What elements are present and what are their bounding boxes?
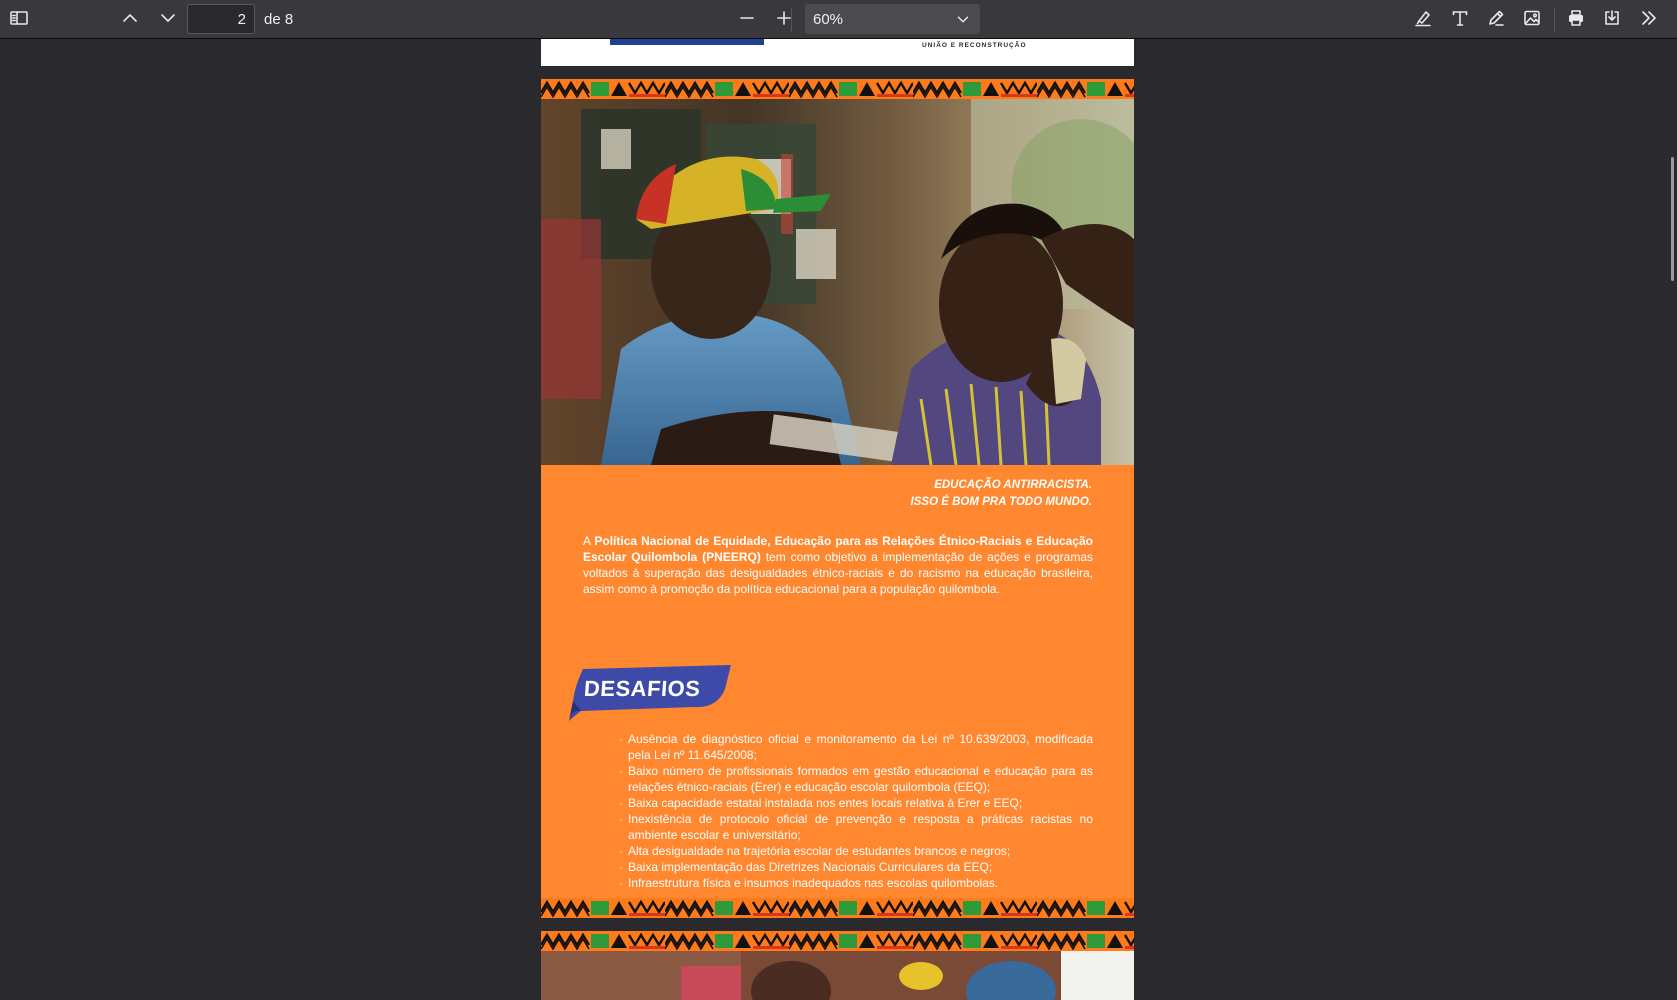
zoom-out-button[interactable] (733, 6, 761, 34)
vertical-scrollbar[interactable] (1665, 39, 1677, 1000)
slogan-line-1: EDUCAÇÃO ANTIRRACISTA. (934, 479, 1092, 491)
print-button[interactable] (1562, 6, 1590, 34)
top-pattern-border (541, 931, 1134, 951)
more-tools-icon (1639, 8, 1659, 33)
challenge-item: Ausência de diagnóstico oficial e monito… (619, 731, 1093, 763)
more-tools-button[interactable] (1635, 6, 1663, 34)
pdf-toolbar: de 8 60% (0, 0, 1677, 39)
challenge-item: Baixa capacidade estatal instalada nos e… (619, 795, 1093, 811)
next-page-photo (541, 951, 1134, 1000)
slogan-line-2: ISSO É BOM PRA TODO MUNDO. (910, 496, 1092, 508)
pdf-page-3 (541, 931, 1134, 1000)
image-icon (1522, 8, 1542, 33)
gov-logo-bar (610, 39, 764, 45)
zoom-in-button[interactable] (770, 6, 798, 34)
sidebar-toggle-icon (9, 8, 29, 33)
add-image-button[interactable] (1518, 6, 1546, 34)
print-icon (1566, 8, 1586, 33)
pdf-page-1: UNIÃO E RECONSTRUÇÃO (541, 39, 1134, 66)
slogan: EDUCAÇÃO ANTIRRACISTA. ISSO É BOM PRA TO… (911, 477, 1092, 511)
intro-prefix: A (583, 534, 595, 548)
zoom-in-icon (774, 8, 794, 33)
intro-paragraph: A Política Nacional de Equidade, Educaçã… (583, 533, 1093, 597)
previous-page-button[interactable] (116, 6, 144, 34)
pdf-page-2: EDUCAÇÃO ANTIRRACISTA. ISSO É BOM PRA TO… (541, 79, 1134, 918)
page-total-label: de 8 (264, 11, 294, 28)
challenge-item: Baixa implementação das Diretrizes Nacio… (619, 859, 1093, 875)
top-pattern-border (541, 79, 1134, 99)
add-text-button[interactable] (1446, 6, 1474, 34)
arrow-up-icon (120, 8, 140, 33)
highlight-button[interactable] (1409, 6, 1437, 34)
zoom-out-icon (737, 8, 757, 33)
arrow-down-icon (158, 8, 178, 33)
students-photo (541, 99, 1134, 465)
challenge-item: Infraestrutura física e insumos inadequa… (619, 875, 1093, 891)
save-icon (1602, 8, 1622, 33)
zoom-select[interactable]: 60% (805, 4, 980, 34)
draw-icon (1486, 8, 1506, 33)
zoom-value: 60% (813, 10, 844, 28)
toolbar-divider (1554, 8, 1555, 32)
bottom-pattern-border (541, 898, 1134, 918)
gov-tagline: UNIÃO E RECONSTRUÇÃO (922, 42, 1027, 49)
challenge-item: Baixo número de profissionais formados e… (619, 763, 1093, 795)
chevron-down-icon (957, 16, 969, 23)
highlight-icon (1413, 8, 1433, 33)
document-viewer[interactable]: UNIÃO E RECONSTRUÇÃO EDUCAÇÃO ANTIRRACIS… (0, 39, 1677, 1000)
scrollbar-thumb[interactable] (1671, 157, 1674, 281)
text-icon (1450, 8, 1470, 33)
page-number-input[interactable] (187, 4, 255, 34)
challenges-list: Ausência de diagnóstico oficial e monito… (619, 731, 1093, 891)
challenge-item: Inexistência de protocolo oficial de pre… (619, 811, 1093, 843)
draw-button[interactable] (1482, 6, 1510, 34)
next-page-button[interactable] (154, 6, 182, 34)
sidebar-toggle-button[interactable] (5, 6, 33, 34)
challenge-item: Alta desigualdade na trajetória escolar … (619, 843, 1093, 859)
section-title: DESAFIOS (583, 676, 702, 701)
save-button[interactable] (1598, 6, 1626, 34)
